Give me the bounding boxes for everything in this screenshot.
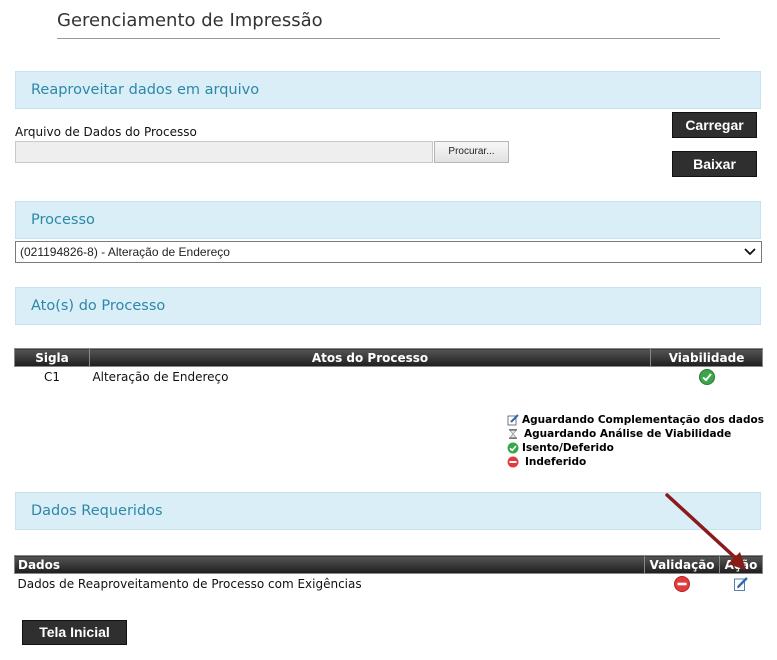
home-button[interactable]: Tela Inicial	[22, 620, 127, 645]
annotation-arrow	[665, 493, 746, 570]
